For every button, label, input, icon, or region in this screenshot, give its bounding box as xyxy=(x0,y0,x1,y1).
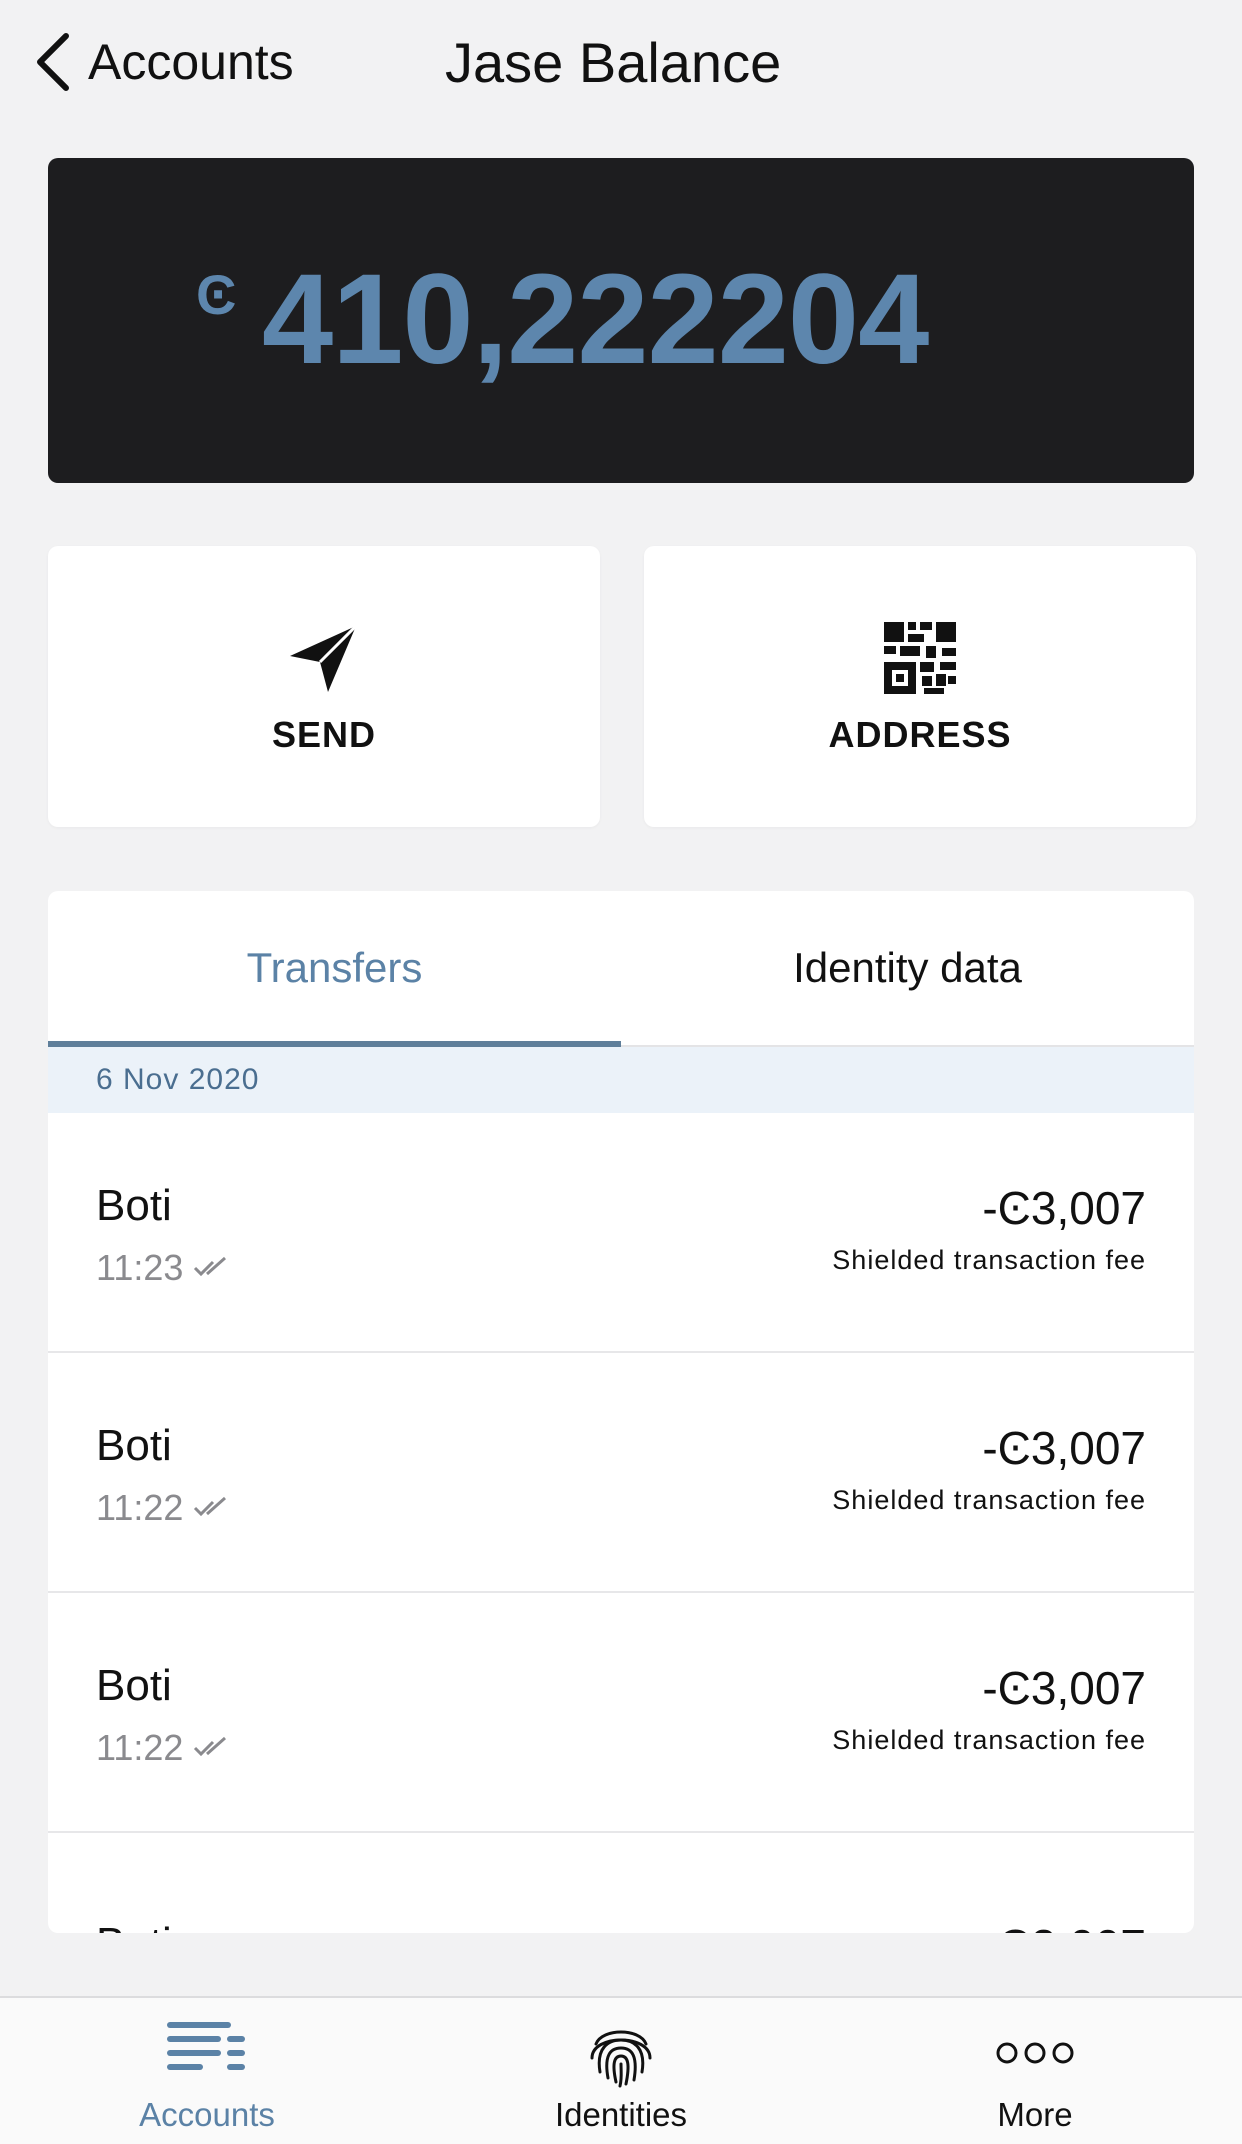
send-arrow-icon xyxy=(290,624,358,692)
transaction-row[interactable]: Boti 11:22 -Ͼ3,007 Shielded transaction … xyxy=(48,1353,1194,1593)
transaction-amount: -Ͼ3,007 xyxy=(982,1919,1146,1933)
transaction-amount: -Ͼ3,007 xyxy=(982,1662,1146,1714)
header: Accounts Jase Balance xyxy=(0,0,1242,130)
transaction-time: 11:22 xyxy=(96,1487,233,1529)
currency-symbol: Ͼ xyxy=(196,263,237,326)
time-label: 11:23 xyxy=(96,1247,184,1288)
tab-identity-data[interactable]: Identity data xyxy=(621,891,1194,1045)
double-check-icon xyxy=(194,1496,227,1517)
balance-amount: 410,222204 xyxy=(262,248,929,391)
nav-accounts-label: Accounts xyxy=(139,2096,275,2133)
tab-transfers[interactable]: Transfers xyxy=(48,891,621,1045)
double-check-icon xyxy=(194,1736,227,1757)
address-button[interactable]: ADDRESS xyxy=(644,546,1196,827)
transaction-row[interactable]: Boti 11:22 -Ͼ3,007 Shielded transaction … xyxy=(48,1593,1194,1833)
transaction-description: Shielded transaction fee xyxy=(832,1245,1146,1275)
transaction-description: Shielded transaction fee xyxy=(832,1485,1146,1515)
nav-more-label: More xyxy=(997,2096,1073,2133)
active-tab-indicator xyxy=(48,1041,621,1047)
address-label: ADDRESS xyxy=(828,714,1012,755)
transaction-amount: -Ͼ3,007 xyxy=(982,1422,1146,1474)
nav-more[interactable]: More xyxy=(828,1998,1242,2144)
qr-code-icon xyxy=(884,622,956,694)
page-title: Jase Balance xyxy=(445,30,782,94)
transaction-row[interactable]: Boti 11:23 -Ͼ3,007 Shielded transaction … xyxy=(48,1113,1194,1353)
time-label: 11:22 xyxy=(96,1727,184,1768)
more-dots-icon xyxy=(996,2042,1074,2064)
nav-accounts[interactable]: Accounts xyxy=(0,1998,414,2144)
double-check-icon xyxy=(194,1256,227,1277)
nav-identities-label: Identities xyxy=(554,2096,688,2133)
send-button[interactable]: SEND xyxy=(48,546,600,827)
transaction-name: Boti xyxy=(96,1661,172,1710)
transaction-row[interactable]: Boti -Ͼ3,007 xyxy=(48,1833,1194,1933)
tab-bar: Transfers Identity data xyxy=(48,891,1194,1047)
transaction-time: 11:23 xyxy=(96,1247,233,1289)
fingerprint-icon xyxy=(590,2030,652,2088)
transfers-panel: Transfers Identity data 6 Nov 2020 Boti … xyxy=(48,891,1194,1933)
time-label: 11:22 xyxy=(96,1487,184,1528)
transaction-time: 11:22 xyxy=(96,1727,233,1769)
back-button[interactable]: Accounts xyxy=(32,26,294,98)
accounts-list-icon xyxy=(167,2022,245,2070)
transaction-name: Boti xyxy=(96,1181,172,1230)
transaction-name: Boti xyxy=(96,1421,172,1470)
send-label: SEND xyxy=(271,714,377,755)
bottom-nav: Accounts Identities More xyxy=(0,1996,1242,2144)
chevron-left-icon xyxy=(37,33,69,91)
transaction-description: Shielded transaction fee xyxy=(832,1725,1146,1755)
account-balance-screen: Accounts Jase Balance Ͼ 410,222204 SEND xyxy=(0,0,1242,2144)
transaction-list: Boti 11:23 -Ͼ3,007 Shielded transaction … xyxy=(48,1113,1194,1933)
nav-identities[interactable]: Identities xyxy=(414,1998,828,2144)
transaction-name: Boti xyxy=(96,1919,172,1933)
transaction-amount: -Ͼ3,007 xyxy=(982,1182,1146,1234)
date-group-header: 6 Nov 2020 xyxy=(48,1047,1194,1113)
back-label: Accounts xyxy=(88,34,294,90)
